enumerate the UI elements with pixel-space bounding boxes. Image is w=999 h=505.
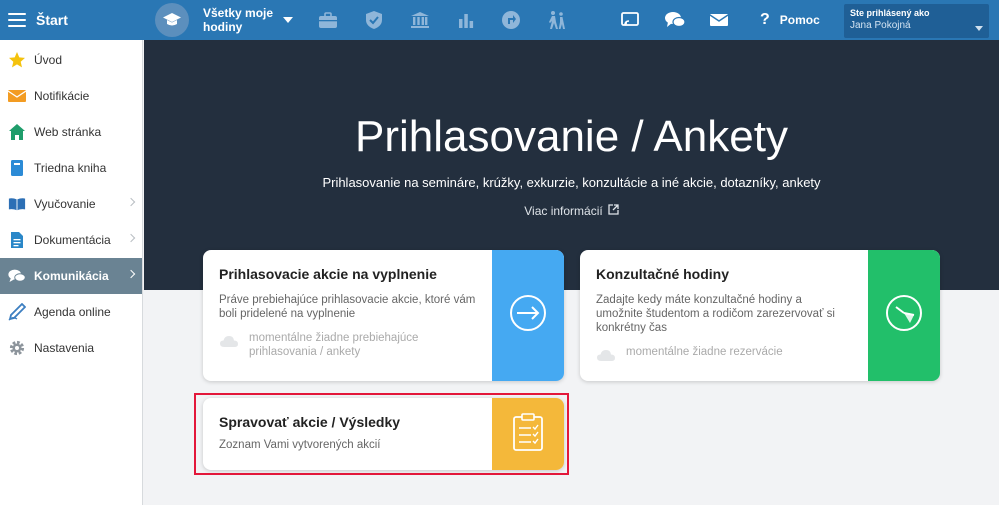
envelope-icon xyxy=(8,87,26,105)
clock-icon xyxy=(884,293,924,338)
sidebar-item-web-stranka[interactable]: Web stránka xyxy=(0,114,142,150)
more-info-label: Viac informácií xyxy=(524,204,603,218)
external-link-icon xyxy=(608,204,619,218)
sidebar: Úvod Notifikácie Web stránka Triedna kni… xyxy=(0,40,143,505)
card-consultation-hours[interactable]: Konzultačné hodiny Zadajte kedy máte kon… xyxy=(580,250,940,381)
briefcase-icon[interactable] xyxy=(317,9,339,31)
sidebar-item-label: Notifikácie xyxy=(34,89,90,103)
card-empty-text: momentálne žiadne rezervácie xyxy=(626,346,783,358)
sidebar-item-dokumentacia[interactable]: Dokumentácia xyxy=(0,222,142,258)
help-label: Pomoc xyxy=(779,13,820,27)
card-empty-state: momentálne žiadne prebiehajúce prihlasov… xyxy=(219,331,489,359)
graduation-cap-icon xyxy=(155,3,189,37)
card-title: Konzultačné hodiny xyxy=(596,266,729,282)
sidebar-item-label: Komunikácia xyxy=(34,269,109,283)
sidebar-item-label: Nastavenia xyxy=(34,341,95,355)
hours-label: Všetky moje hodiny xyxy=(203,6,274,34)
start-label: Štart xyxy=(36,12,68,28)
cast-icon[interactable] xyxy=(619,9,641,31)
more-info-link[interactable]: Viac informácií xyxy=(144,204,999,218)
sidebar-item-label: Agenda online xyxy=(34,305,111,319)
sidebar-item-vyucovanie[interactable]: Vyučovanie xyxy=(0,186,142,222)
sidebar-item-label: Dokumentácia xyxy=(34,233,111,247)
sidebar-item-uvod[interactable]: Úvod xyxy=(0,42,142,78)
user-caption: Ste prihlásený ako xyxy=(850,8,930,18)
gear-icon xyxy=(8,339,26,357)
chat-bubbles-icon xyxy=(8,267,26,285)
highlight-box xyxy=(194,393,569,475)
chevron-right-icon xyxy=(126,197,136,207)
page-subtitle: Prihlasovanie na semináre, krúžky, exkur… xyxy=(322,175,821,190)
bar-chart-icon[interactable] xyxy=(455,9,477,31)
card-description: Zadajte kedy máte konzultačné hodiny a u… xyxy=(596,294,835,334)
envelope-icon[interactable] xyxy=(708,9,730,31)
card-description: Práve prebiehajúce prihlasovacie akcie, … xyxy=(219,294,476,320)
sidebar-item-label: Úvod xyxy=(34,53,63,67)
shield-check-icon[interactable] xyxy=(363,9,385,31)
chat-icon[interactable] xyxy=(664,9,686,31)
bank-icon[interactable] xyxy=(409,9,431,31)
chevron-right-icon xyxy=(126,233,136,243)
open-book-icon xyxy=(8,195,26,213)
hours-selector[interactable]: Všetky moje hodiny xyxy=(155,3,293,37)
star-icon xyxy=(8,51,26,69)
card-signup-actions[interactable]: Prihlasovacie akcie na vyplnenie Práve p… xyxy=(203,250,564,381)
cloud-icon xyxy=(219,335,239,352)
card-empty-text: momentálne žiadne prebiehajúce prihlasov… xyxy=(249,332,419,358)
document-icon xyxy=(8,231,26,249)
card-title: Prihlasovacie akcie na vyplnenie xyxy=(219,266,437,282)
help-button[interactable]: ? Pomoc xyxy=(760,0,820,40)
signpost-icon[interactable] xyxy=(500,9,522,31)
user-name: Jana Pokojná xyxy=(850,20,911,31)
sidebar-item-label: Vyučovanie xyxy=(34,197,96,211)
page-title: Prihlasovanie / Ankety xyxy=(355,112,788,161)
sidebar-item-nastavenia[interactable]: Nastavenia xyxy=(0,330,142,366)
notebook-icon xyxy=(8,159,26,177)
chevron-down-icon xyxy=(283,17,293,23)
sidebar-item-label: Triedna kniha xyxy=(34,161,107,175)
top-bar: Štart Všetky moje hodiny ? Pomoc Ste pri… xyxy=(0,0,999,40)
sidebar-item-triedna-kniha[interactable]: Triedna kniha xyxy=(0,150,142,186)
walking-people-icon[interactable] xyxy=(546,9,568,31)
card-empty-state: momentálne žiadne rezervácie xyxy=(596,345,851,366)
card-side-panel xyxy=(868,250,940,381)
pen-icon xyxy=(8,303,26,321)
sidebar-item-komunikacia[interactable]: Komunikácia xyxy=(0,258,142,294)
chevron-right-icon xyxy=(126,269,136,279)
arrow-circle-icon xyxy=(508,293,548,338)
user-menu[interactable]: Ste prihlásený ako Jana Pokojná xyxy=(844,4,989,38)
sidebar-item-notifikacie[interactable]: Notifikácie xyxy=(0,78,142,114)
hamburger-icon xyxy=(8,13,26,27)
cloud-icon xyxy=(596,349,616,366)
sidebar-item-label: Web stránka xyxy=(34,125,102,139)
sidebar-item-agenda-online[interactable]: Agenda online xyxy=(0,294,142,330)
question-icon: ? xyxy=(760,11,770,28)
chevron-down-icon xyxy=(975,26,983,31)
house-icon xyxy=(8,123,26,141)
start-menu-button[interactable]: Štart xyxy=(0,0,143,40)
card-side-panel xyxy=(492,250,564,381)
